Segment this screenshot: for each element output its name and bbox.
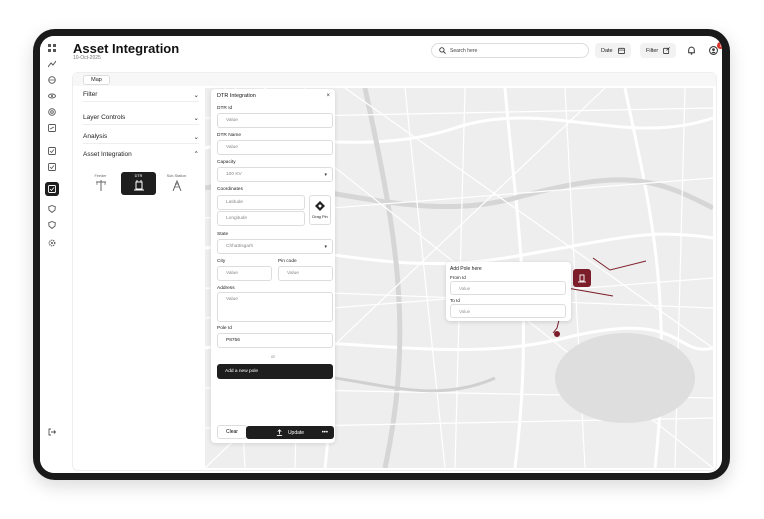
capacity-value: 100 KV: [226, 172, 242, 177]
top-header: Asset Integration 10-Oct-2025 Search her…: [64, 36, 722, 72]
checklist-icon[interactable]: [45, 144, 59, 158]
pincode-input[interactable]: Value: [278, 266, 333, 281]
asset-feeder-label: Feeder: [94, 174, 107, 178]
chevron-down-icon: ⌄: [193, 114, 199, 122]
drag-pin-button[interactable]: Drag Pin: [309, 195, 331, 225]
asset-substation[interactable]: Sub-Station: [159, 172, 194, 195]
asset-integration-icon[interactable]: [45, 182, 59, 196]
to-id-label: To Id: [450, 298, 460, 303]
app-screen: Asset Integration 10-Oct-2025 Search her…: [40, 36, 722, 473]
chevron-down-icon: ⌄: [193, 91, 199, 99]
transformer-icon: [578, 274, 586, 283]
icon-rail: [40, 36, 64, 473]
bell-icon[interactable]: [687, 46, 696, 55]
section-layer-controls[interactable]: Layer Controls ⌄: [83, 111, 199, 125]
state-label: State: [217, 232, 229, 237]
dtr-integration-panel: DTR Integration × DTR Id Value DTR Name …: [211, 89, 335, 443]
substation-icon: [172, 179, 181, 191]
transformer-icon: [133, 180, 144, 191]
task-icon[interactable]: [45, 160, 59, 174]
report-icon[interactable]: [45, 121, 59, 135]
eye-icon[interactable]: [45, 89, 59, 103]
dtr-map-marker[interactable]: [573, 269, 591, 287]
from-id-input[interactable]: Value: [450, 281, 566, 295]
to-id-input[interactable]: Value: [450, 304, 566, 318]
update-button[interactable]: Update •••: [246, 426, 334, 439]
asset-dtr[interactable]: DTR: [121, 172, 156, 195]
crosshair-icon: [315, 201, 325, 211]
target-icon[interactable]: [45, 105, 59, 119]
section-filter[interactable]: Filter ⌄: [83, 88, 199, 102]
filter-button-label: Filter: [646, 47, 659, 54]
state-value: Chhattisgarh: [226, 244, 254, 249]
date-button-label: Date: [601, 47, 613, 54]
date-button[interactable]: Date: [595, 43, 631, 58]
capacity-label: Capacity: [217, 160, 236, 165]
logout-icon[interactable]: [45, 425, 59, 439]
longitude-input[interactable]: Longitude: [217, 211, 305, 226]
grid-icon[interactable]: [45, 41, 59, 55]
asset-feeder[interactable]: Feeder: [83, 172, 118, 195]
latitude-input[interactable]: Latitude: [217, 195, 305, 210]
upload-icon: [276, 429, 283, 436]
close-icon[interactable]: ×: [326, 93, 330, 99]
globe-icon[interactable]: [45, 73, 59, 87]
add-pole-button[interactable]: Add a new pole: [217, 364, 333, 379]
city-input[interactable]: Value: [217, 266, 272, 281]
address-label: Address: [217, 286, 235, 291]
clear-button[interactable]: Clear: [217, 425, 247, 439]
dtr-name-label: DTR Name: [217, 133, 241, 138]
pole-id-input[interactable]: P8756: [217, 333, 333, 348]
from-id-label: From Id: [450, 275, 466, 280]
dtr-name-input[interactable]: Value: [217, 140, 333, 155]
caret-down-icon: ▾: [324, 243, 327, 250]
dtr-id-label: DTR Id: [217, 106, 233, 111]
main-content: Map Filter ⌄ Layer Controls ⌄ Analysis ⌄ As…: [72, 72, 717, 471]
asset-dtr-label: DTR: [134, 174, 143, 178]
chevron-down-icon: ⌄: [193, 133, 199, 141]
user-icon[interactable]: [709, 46, 718, 55]
popup-title: Add Pole here: [450, 266, 482, 272]
search-placeholder: Search here: [450, 47, 478, 54]
shield-check-icon[interactable]: [45, 202, 59, 216]
section-asset-integration[interactable]: Asset Integration ⌃: [83, 147, 199, 161]
chevron-up-icon: ⌃: [193, 151, 199, 158]
update-label: Update: [287, 429, 305, 436]
tab-map[interactable]: Map: [83, 75, 110, 85]
caret-down-icon: ▾: [324, 171, 327, 178]
section-analysis[interactable]: Analysis ⌄: [83, 130, 199, 144]
search-input[interactable]: Search here: [431, 43, 589, 58]
more-icon[interactable]: •••: [322, 430, 328, 436]
pole-marker[interactable]: [554, 331, 560, 337]
asset-substation-label: Sub-Station: [166, 174, 187, 178]
coordinates-label: Coordinates: [217, 187, 243, 192]
capacity-select[interactable]: 100 KV ▾: [217, 167, 333, 182]
shield-icon[interactable]: [45, 218, 59, 232]
pole-id-label: Pole Id: [217, 326, 232, 331]
or-divider: or: [270, 354, 275, 359]
external-link-icon: [663, 47, 671, 54]
page-title: Asset Integration: [73, 41, 180, 56]
tab-bar: Map: [73, 73, 716, 86]
panel-title: DTR Integration: [217, 93, 256, 99]
dtr-id-input[interactable]: Value: [217, 113, 333, 128]
drag-pin-label: Drag Pin: [312, 214, 328, 219]
section-filter-label: Filter: [83, 91, 98, 98]
chart-icon[interactable]: [45, 57, 59, 71]
filter-button[interactable]: Filter: [640, 43, 677, 58]
settings-icon[interactable]: [45, 236, 59, 250]
pincode-label: Pin code: [278, 259, 297, 264]
page-date: 10-Oct-2025: [73, 55, 101, 61]
state-select[interactable]: Chhattisgarh ▾: [217, 239, 333, 254]
add-pole-popup: Add Pole here From Id Value To Id Value: [446, 262, 571, 321]
side-panel: Filter ⌄ Layer Controls ⌄ Analysis ⌄ Asset …: [77, 88, 205, 468]
section-analysis-label: Analysis: [83, 133, 108, 140]
section-layer-controls-label: Layer Controls: [83, 114, 126, 121]
address-input[interactable]: Value: [217, 292, 333, 322]
city-label: City: [217, 259, 226, 264]
feeder-tower-icon: [95, 180, 106, 191]
search-icon: [439, 47, 446, 54]
section-asset-integration-label: Asset Integration: [83, 150, 132, 158]
calendar-icon: [617, 47, 625, 54]
